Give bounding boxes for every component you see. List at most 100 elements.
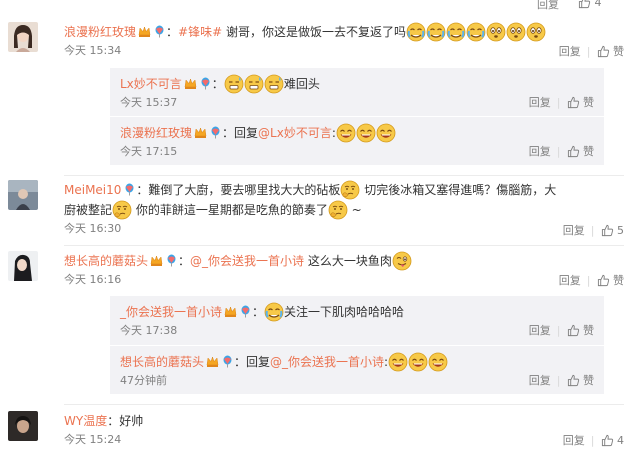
crown-badge-icon — [206, 355, 219, 368]
thinking-emoji-icon — [112, 200, 132, 220]
reply-username[interactable]: _你会送我一首小诗 — [120, 305, 222, 319]
sweat-smile-emoji-icon — [264, 74, 284, 94]
reply-button[interactable]: 回复 — [559, 45, 581, 58]
reply-content: Lx妙不可言：难回头 — [120, 74, 594, 94]
comment-actions: 回复 | 4 — [562, 434, 624, 447]
thumb-up-icon — [567, 324, 580, 337]
reply-content: 想长高的蘑菇头 ：回复@_你会送我一首小诗: — [120, 352, 594, 372]
crying-laugh-emoji-icon — [264, 302, 284, 322]
hashtag-link[interactable]: #锋味# — [178, 25, 222, 39]
comment-actions: 回复 | 赞 — [558, 274, 624, 287]
mention-link[interactable]: @_你会送我一首小诗 — [270, 355, 384, 369]
reply-username[interactable]: Lx妙不可言 — [120, 77, 182, 91]
sweat-smile-emoji-icon — [244, 74, 264, 94]
comment-content: 浪漫粉红玫瑰 ：#锋味# 谢哥，你这是做饭一去不复返了吗 — [64, 22, 624, 42]
comment-item: WY温度：好帅 今天 15:24 回复 | 4 — [8, 411, 624, 449]
avatar[interactable] — [8, 411, 38, 441]
thumb-up-icon — [597, 274, 610, 287]
like-button[interactable]: 赞 — [567, 145, 594, 158]
balloon-badge-icon — [239, 305, 252, 318]
comment-text: 谢哥，你这是做饭一去不复返了吗 — [222, 25, 406, 39]
divider — [64, 175, 624, 176]
avatar[interactable] — [8, 22, 38, 52]
thumb-up-icon — [567, 96, 580, 109]
like-count: 4 — [617, 434, 624, 447]
mention-link[interactable]: @_你会送我一首小诗 — [190, 254, 304, 268]
user-avatar-image — [8, 251, 38, 281]
laughing-emoji-icon — [388, 352, 408, 372]
reply-content: 浪漫粉红玫瑰 ：回复@Lx妙不可言: — [120, 123, 594, 143]
comment-item: 想长高的蘑菇头 ：@_你会送我一首小诗 这么大一块鱼肉 今天 16:16 — [8, 251, 624, 289]
reply-button[interactable]: 回复 — [537, 0, 559, 12]
wide-eyes-emoji-icon — [486, 22, 506, 42]
balloon-badge-icon — [123, 183, 136, 196]
crying-laugh-emoji-icon — [446, 22, 466, 42]
comment-username[interactable]: 浪漫粉红玫瑰 — [64, 25, 136, 39]
divider — [64, 404, 624, 405]
reply-time: 今天 17:15 — [120, 145, 178, 158]
crying-laugh-emoji-icon — [466, 22, 486, 42]
reply-button[interactable]: 回复 — [529, 145, 551, 158]
comment-time: 今天 16:30 — [64, 222, 122, 235]
comment-username[interactable]: WY温度 — [64, 414, 107, 428]
laughing-emoji-icon — [356, 123, 376, 143]
like-button[interactable]: 赞 — [567, 324, 594, 337]
crown-badge-icon — [194, 126, 207, 139]
like-button[interactable]: 4 — [578, 0, 602, 9]
avatar[interactable] — [8, 180, 38, 210]
reply-actions: 回复 | 赞 — [528, 145, 594, 158]
thumb-up-icon — [601, 434, 614, 447]
reply-button[interactable]: 回复 — [559, 274, 581, 287]
comment-content: WY温度：好帅 — [64, 411, 624, 431]
sweat-smile-emoji-icon — [224, 74, 244, 94]
comment-time: 今天 15:34 — [64, 44, 122, 57]
laughing-emoji-icon — [428, 352, 448, 372]
like-button[interactable]: 赞 — [597, 45, 624, 58]
like-button[interactable]: 赞 — [567, 96, 594, 109]
reply-content: _你会送我一首小诗：关注一下肌肉哈哈哈哈 — [120, 302, 594, 322]
reply-button[interactable]: 回复 — [529, 374, 551, 387]
tongue-emoji-icon — [392, 251, 412, 271]
like-button[interactable]: 赞 — [567, 374, 594, 387]
like-button[interactable]: 4 — [601, 434, 624, 447]
comment-actions: 回复 | 5 — [562, 224, 624, 237]
comment-time: 今天 15:24 — [64, 433, 122, 446]
reply-time: 47分钟前 — [120, 374, 167, 387]
reply-item: Lx妙不可言：难回头 今天 15:37 回复 | 赞 — [110, 68, 604, 116]
balloon-badge-icon — [199, 77, 212, 90]
thinking-emoji-icon — [340, 180, 360, 200]
reply-button[interactable]: 回复 — [529, 96, 551, 109]
reply-button[interactable]: 回复 — [563, 434, 585, 447]
crown-badge-icon — [184, 77, 197, 90]
user-avatar-image — [8, 22, 38, 52]
reply-button[interactable]: 回复 — [529, 324, 551, 337]
like-button[interactable]: 5 — [601, 224, 624, 237]
reply-item: 浪漫粉红玫瑰 ：回复@Lx妙不可言: 今天 17:15 回复 | 赞 — [110, 116, 604, 165]
comment-username[interactable]: MeiMei10 — [64, 183, 121, 197]
thumb-up-icon — [578, 0, 591, 9]
crown-badge-icon — [224, 305, 237, 318]
wide-eyes-emoji-icon — [526, 22, 546, 42]
reply-actions: 回复 | 赞 — [528, 96, 594, 109]
like-button[interactable]: 赞 — [597, 274, 624, 287]
like-count: 4 — [594, 0, 602, 9]
balloon-badge-icon — [165, 254, 178, 267]
reply-username[interactable]: 想长高的蘑菇头 — [120, 355, 204, 369]
reply-time: 今天 17:38 — [120, 324, 178, 337]
laughing-emoji-icon — [376, 123, 396, 143]
reply-button[interactable]: 回复 — [563, 224, 585, 237]
comment-content: 想长高的蘑菇头 ：@_你会送我一首小诗 这么大一块鱼肉 — [64, 251, 624, 271]
mention-link[interactable]: @Lx妙不可言 — [258, 126, 332, 140]
comment-time: 今天 16:16 — [64, 273, 122, 286]
thumb-up-icon — [567, 145, 580, 158]
balloon-badge-icon — [221, 355, 234, 368]
reply-username[interactable]: 浪漫粉红玫瑰 — [120, 126, 192, 140]
reply-actions: 回复 | 赞 — [528, 324, 594, 337]
reply-time: 今天 15:37 — [120, 96, 178, 109]
reply-item: 想长高的蘑菇头 ：回复@_你会送我一首小诗: 47分钟前 回复 | 赞 — [110, 345, 604, 394]
reply-list: _你会送我一首小诗：关注一下肌肉哈哈哈哈 今天 17:38 想长高的蘑菇头 ：回复… — [110, 296, 604, 394]
avatar[interactable] — [8, 251, 38, 281]
reply-text: 关注一下肌肉哈哈哈哈 — [284, 305, 405, 319]
balloon-badge-icon — [153, 25, 166, 38]
comment-username[interactable]: 想长高的蘑菇头 — [64, 254, 148, 268]
